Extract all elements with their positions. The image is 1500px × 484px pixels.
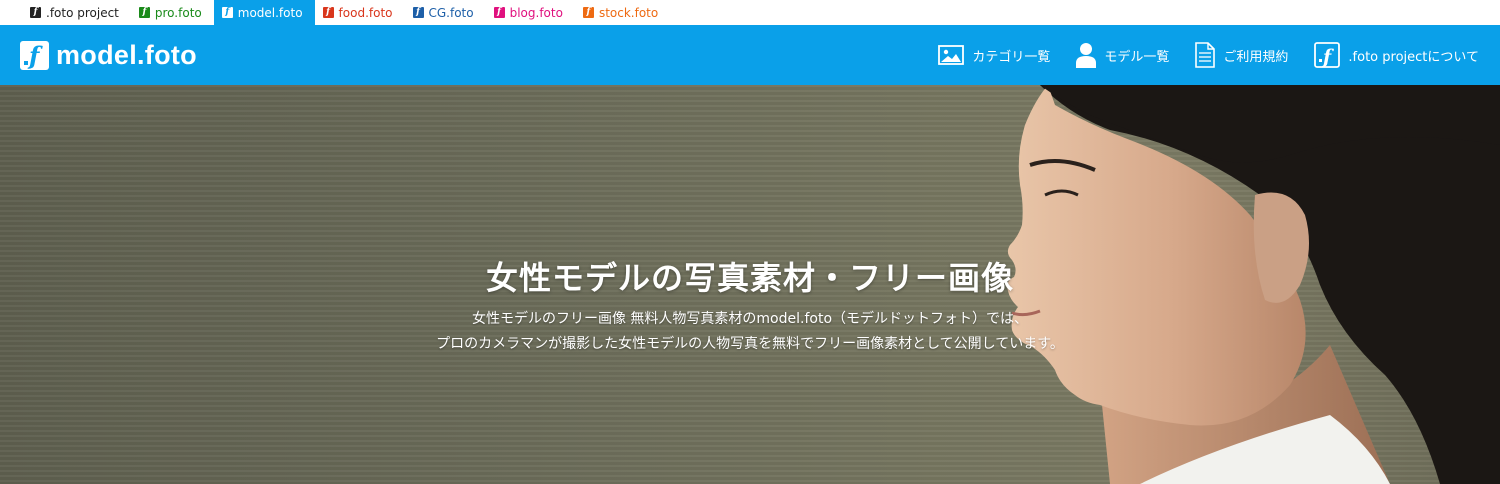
site-tab-label: CG.foto bbox=[428, 5, 474, 20]
f-logo-icon: f bbox=[1314, 42, 1341, 68]
site-tab-foto-project[interactable]: f .foto project bbox=[22, 0, 131, 25]
site-tab-label: model.foto bbox=[237, 5, 303, 20]
main-nav: カテゴリ一覧 モデル一覧 ご利用規約 f .foto projectについて bbox=[912, 42, 1479, 68]
f-logo-icon: f bbox=[30, 7, 41, 18]
svg-text:f: f bbox=[1321, 46, 1334, 68]
site-header: f model.foto カテゴリ一覧 モデル一覧 ご利用規約 f .foto … bbox=[0, 25, 1500, 85]
logo-text: model.foto bbox=[56, 39, 197, 70]
nav-label: モデル一覧 bbox=[1104, 49, 1170, 65]
site-tab-stock-foto[interactable]: f stock.foto bbox=[575, 0, 670, 25]
f-logo-icon: f bbox=[493, 7, 505, 18]
site-tab-blog-foto[interactable]: f blog.foto bbox=[486, 0, 575, 25]
site-tab-food-foto[interactable]: f food.foto bbox=[315, 0, 405, 25]
site-tab-cg-foto[interactable]: f CG.foto bbox=[405, 0, 486, 25]
person-icon bbox=[1076, 43, 1097, 68]
site-tab-pro-foto[interactable]: f pro.foto bbox=[131, 0, 214, 25]
site-tab-label: blog.foto bbox=[509, 5, 563, 20]
hero-description-line: プロのカメラマンが撮影した女性モデルの人物写真を無料でフリー画像素材として公開し… bbox=[436, 336, 1064, 352]
f-logo-icon: f bbox=[20, 40, 49, 70]
nav-label: ご利用規約 bbox=[1223, 49, 1289, 65]
hero-banner: 女性モデルの写真素材・フリー画像 女性モデルのフリー画像 無料人物写真素材のmo… bbox=[0, 85, 1500, 484]
site-tab-label: food.foto bbox=[338, 5, 393, 20]
f-logo-icon: f bbox=[138, 7, 150, 18]
site-tab-label: pro.foto bbox=[154, 5, 202, 20]
hero-description: 女性モデルのフリー画像 無料人物写真素材のmodel.foto（モデルドットフォ… bbox=[0, 307, 1500, 357]
site-tab-label: stock.foto bbox=[598, 5, 659, 20]
image-icon bbox=[938, 45, 965, 65]
nav-model-list[interactable]: モデル一覧 bbox=[1076, 42, 1169, 68]
f-logo-icon: f bbox=[221, 7, 233, 18]
f-logo-icon: f bbox=[582, 7, 594, 18]
site-logo[interactable]: f model.foto bbox=[20, 40, 197, 71]
nav-label: カテゴリ一覧 bbox=[972, 49, 1051, 65]
nav-category-list[interactable]: カテゴリ一覧 bbox=[938, 45, 1050, 65]
site-tab-label: .foto project bbox=[46, 5, 119, 20]
site-tab-model-foto[interactable]: f model.foto bbox=[213, 0, 315, 25]
site-tabs: f .foto project f pro.foto f model.foto … bbox=[0, 0, 1500, 25]
f-logo-icon: f bbox=[322, 7, 334, 18]
hero-title: 女性モデルの写真素材・フリー画像 bbox=[485, 259, 1014, 298]
document-icon bbox=[1195, 42, 1216, 68]
nav-about-foto-project[interactable]: f .foto projectについて bbox=[1314, 42, 1479, 68]
f-logo-icon: f bbox=[412, 7, 424, 18]
nav-terms[interactable]: ご利用規約 bbox=[1195, 42, 1288, 68]
nav-label: .foto projectについて bbox=[1348, 49, 1479, 65]
hero-description-line: 女性モデルのフリー画像 無料人物写真素材のmodel.foto（モデルドットフォ… bbox=[471, 311, 1029, 327]
